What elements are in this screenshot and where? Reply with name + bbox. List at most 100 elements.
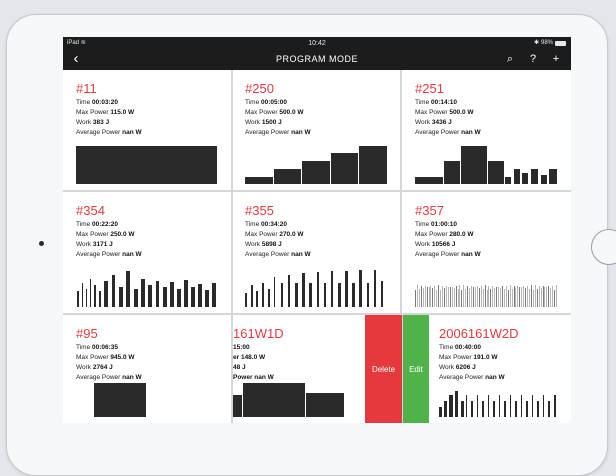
chart-bar <box>233 395 242 417</box>
chart-bar <box>125 271 131 307</box>
time-row: Time 00:22:20 <box>76 220 142 230</box>
card-details: #251 Time 00:14:10 Max Power 500.0 W Work 3… <box>415 82 481 138</box>
value: nan W <box>122 129 142 136</box>
chart-bar <box>155 281 160 307</box>
label: Work <box>415 119 432 126</box>
value: 270.0 W <box>279 231 304 238</box>
chart-bar <box>538 285 540 307</box>
card-details: #355 Time 00:34:20 Max Power 270.0 W Work 5… <box>245 204 311 260</box>
chart-bar <box>273 168 302 184</box>
chart-bar <box>439 407 442 417</box>
page-title: PROGRAM MODE <box>275 54 358 64</box>
value: nan W <box>461 251 481 258</box>
program-id: #95 <box>76 326 98 341</box>
chart-bar <box>280 283 284 307</box>
program-card[interactable]: 2006161W2D Time 00:40:00 Max Power 191.0 W… <box>429 315 571 423</box>
program-card[interactable]: #250 Time 00:05:00 Max Power 500.0 W Work 1… <box>233 70 400 190</box>
card-details: #250 Time 00:05:00 Max Power 500.0 W Work 1… <box>245 82 311 138</box>
average-power-row: Average Power nan W <box>76 128 142 138</box>
chart-bar <box>302 273 305 307</box>
chart-bar <box>245 176 273 184</box>
chart-bar <box>536 401 540 417</box>
chart-bar <box>470 401 474 417</box>
chart-bar <box>542 395 545 417</box>
chart-bar <box>554 289 556 307</box>
value: 00:40:00 <box>455 344 482 351</box>
chart-bar <box>478 288 480 307</box>
add-button[interactable]: + <box>551 52 561 66</box>
chart-bar <box>549 168 557 184</box>
chart-bar <box>94 383 146 417</box>
chart-bar <box>443 288 445 307</box>
value: 250.0 W <box>110 231 135 238</box>
program-card[interactable]: 161W1D 15:00 er 148.0 W 48 J Power nan W <box>233 315 365 423</box>
chart-bar <box>514 401 518 417</box>
power-chart <box>76 144 218 184</box>
chart-bar <box>463 285 465 307</box>
help-button[interactable]: ? <box>528 52 538 66</box>
chart-bar <box>487 395 490 417</box>
chart-bar <box>76 146 217 184</box>
program-card[interactable]: #354 Time 00:22:20 Max Power 250.0 W Work 3… <box>63 192 231 313</box>
program-card[interactable]: #355 Time 00:34:20 Max Power 270.0 W Work 5… <box>233 192 400 313</box>
program-id: #11 <box>76 81 97 96</box>
search-icon[interactable]: ⌕ <box>505 52 515 66</box>
chart-bar <box>472 286 474 307</box>
work-row: Work 1500 J <box>245 118 311 128</box>
edit-button[interactable]: Edit <box>403 315 429 423</box>
chart-bar <box>118 287 123 307</box>
max-power-row: Max Power 945.0 W <box>76 353 142 363</box>
delete-button[interactable]: Delete <box>365 315 402 423</box>
chart-bar <box>474 287 476 307</box>
time-row: 15:00 <box>233 343 284 353</box>
chart-bar <box>267 289 270 307</box>
card-details: #11 Time 00:03:20 Max Power 115.0 W Work 38… <box>76 82 142 138</box>
chart-bar <box>547 401 551 417</box>
program-card[interactable]: #251 Time 00:14:10 Max Power 500.0 W Work 3… <box>402 70 571 190</box>
chart-bar <box>432 288 434 307</box>
chart-bar <box>556 285 558 307</box>
chart-bar <box>250 285 253 307</box>
chart-bar <box>476 395 479 417</box>
label: Max Power <box>76 354 111 361</box>
max-power-row: Max Power 270.0 W <box>245 230 311 240</box>
status-bar: iPad ≋ 10:42 ✱ 98% <box>63 37 571 50</box>
chart-bar <box>553 395 557 417</box>
chart-bar <box>434 285 436 307</box>
chart-bar <box>415 176 443 184</box>
chart-bar <box>509 285 511 307</box>
value: 01:00:10 <box>431 221 458 228</box>
label: Work <box>76 119 93 126</box>
chart-bar <box>540 175 547 184</box>
work-row: Work 383 J <box>76 118 142 128</box>
chart-bar <box>505 285 507 307</box>
chart-bar <box>94 285 97 307</box>
work-row: 48 J <box>233 363 284 373</box>
chart-bar <box>440 289 442 307</box>
power-chart <box>76 377 218 417</box>
chart-bar <box>443 401 447 417</box>
power-chart <box>415 267 558 307</box>
label: Time <box>439 344 456 351</box>
chart-bar <box>295 283 298 307</box>
label: Max Power <box>415 231 450 238</box>
work-row: Work 3436 J <box>415 118 481 128</box>
program-card[interactable]: #11 Time 00:03:20 Max Power 115.0 W Work 38… <box>63 70 231 190</box>
nav-actions: ⌕ ? + <box>505 52 561 66</box>
program-card[interactable]: #95 Time 00:06:35 Max Power 945.0 W Work 27… <box>63 315 231 423</box>
chart-bar <box>459 285 461 307</box>
chart-bar <box>373 270 377 307</box>
chart-bar <box>520 395 523 417</box>
chart-bar <box>523 286 525 307</box>
value: 00:06:35 <box>92 344 119 351</box>
program-card[interactable]: #357 Time 01:00:10 Max Power 280.0 W Work 1… <box>402 192 571 313</box>
home-button[interactable] <box>591 229 616 265</box>
chart-bar <box>242 383 306 417</box>
work-row: Work 2764 J <box>76 363 142 373</box>
chart-bar <box>552 285 554 307</box>
chart-bar <box>527 285 529 307</box>
chart-bar <box>465 289 467 307</box>
chart-bar <box>548 286 550 307</box>
chart-bar <box>273 277 276 307</box>
chart-bar <box>505 176 512 184</box>
